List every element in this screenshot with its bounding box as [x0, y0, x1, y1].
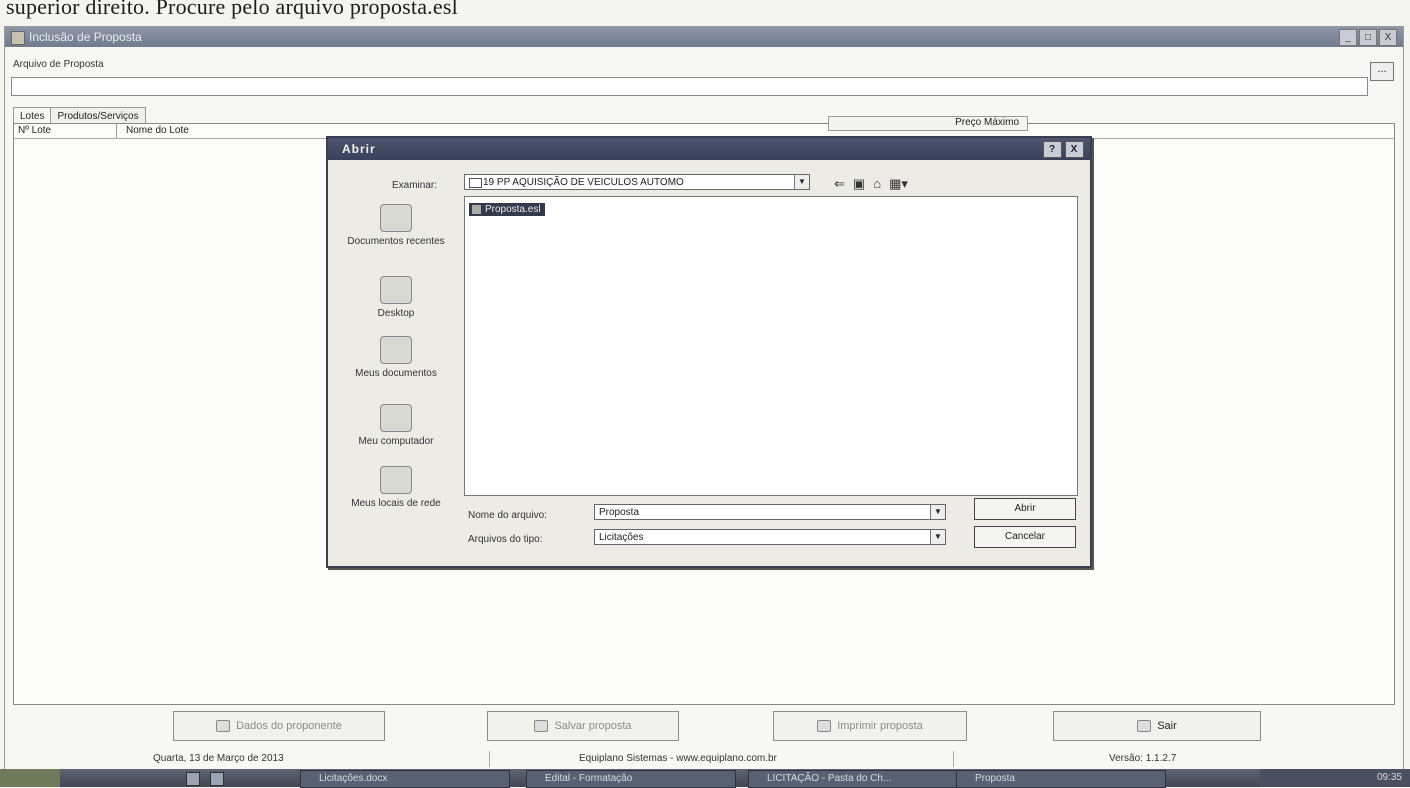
save-proposal-button[interactable]: Salvar proposta — [487, 711, 679, 741]
back-icon[interactable]: ⇐ — [834, 176, 845, 192]
window-title: Inclusão de Proposta — [29, 30, 142, 44]
chevron-down-icon[interactable]: ▼ — [794, 175, 809, 189]
status-bar: Quarta, 13 de Março de 2013 Equiplano Si… — [13, 751, 1393, 767]
maximize-icon[interactable]: □ — [1359, 29, 1377, 46]
filename-label: Nome do arquivo: — [468, 510, 547, 521]
app-icon — [11, 31, 25, 45]
help-icon[interactable]: ? — [1043, 141, 1062, 158]
taskbar: Licitações.docx Edital - Formatação LICI… — [0, 769, 1410, 788]
chevron-down-icon[interactable]: ▼ — [930, 530, 945, 544]
dialog-controls: ? X — [1043, 141, 1084, 158]
desktop-icon — [380, 276, 412, 304]
filename-input[interactable]: Proposta ▼ — [594, 504, 946, 520]
start-button[interactable] — [0, 769, 60, 787]
file-field-label: Arquivo de Proposta — [13, 59, 104, 70]
save-proposal-label: Salvar proposta — [554, 720, 632, 732]
clock: 09:35 — [1376, 772, 1402, 783]
quicklaunch-icon[interactable] — [186, 772, 200, 786]
lookin-value: 19 PP AQUISIÇÃO DE VEICULOS AUTOMO — [483, 177, 684, 188]
place-recent-label: Documentos recentes — [347, 236, 445, 247]
place-desktop-label: Desktop — [377, 308, 415, 319]
proponent-data-button[interactable]: Dados do proponente — [173, 711, 385, 741]
print-icon — [817, 720, 832, 732]
filetype-dropdown[interactable]: Licitações ▼ — [594, 529, 946, 545]
file-list[interactable]: Proposta.esl — [464, 196, 1078, 496]
filetype-value: Licitações — [599, 532, 644, 543]
file-icon — [472, 205, 481, 214]
lookin-label: Examinar: — [392, 180, 438, 191]
taskbar-item[interactable]: LICITAÇÃO - Pasta do Ch... — [748, 770, 958, 788]
print-proposal-label: Imprimir proposta — [837, 720, 923, 732]
place-recent[interactable]: Documentos recentes — [332, 204, 460, 247]
new-folder-icon[interactable]: ⌂ — [873, 176, 881, 192]
system-tray: 09:35 — [1260, 769, 1410, 787]
window-controls: _ □ X — [1339, 29, 1397, 46]
place-network-label: Meus locais de rede — [351, 498, 441, 509]
filetype-label: Arquivos do tipo: — [468, 534, 543, 545]
place-my-documents-label: Meus documentos — [355, 368, 437, 379]
taskbar-item[interactable]: Proposta — [956, 770, 1166, 788]
dialog-title: Abrir — [342, 142, 376, 156]
list-item[interactable]: Proposta.esl — [469, 203, 545, 216]
proponent-data-label: Dados do proponente — [236, 720, 342, 732]
dialog-close-icon[interactable]: X — [1065, 141, 1084, 158]
my-computer-icon — [380, 404, 412, 432]
taskbar-item[interactable]: Licitações.docx — [300, 770, 510, 788]
dialog-toolbar: ⇐ ▣ ⌂ ▦▾ — [834, 176, 908, 192]
exit-icon — [1137, 720, 1152, 732]
column-header-lote[interactable]: Nº Lote — [18, 125, 51, 136]
status-date: Quarta, 13 de Março de 2013 — [153, 753, 284, 764]
open-button[interactable]: Abrir — [974, 498, 1076, 520]
dialog-titlebar: Abrir ? X — [328, 138, 1090, 160]
folder-icon — [469, 178, 482, 188]
window-titlebar: Inclusão de Proposta _ □ X — [5, 27, 1403, 47]
taskbar-item[interactable]: Edital - Formatação — [526, 770, 736, 788]
exit-label: Sair — [1157, 720, 1177, 732]
place-my-computer[interactable]: Meu computador — [332, 404, 460, 447]
bottom-button-bar: Dados do proponente Salvar proposta Impr… — [13, 711, 1393, 745]
file-path-input[interactable] — [11, 77, 1368, 96]
place-desktop[interactable]: Desktop — [332, 276, 460, 319]
status-version: Versão: 1.1.2.7 — [1109, 753, 1177, 764]
minimize-icon[interactable]: _ — [1339, 29, 1357, 46]
file-name: Proposta.esl — [485, 204, 541, 215]
exit-button[interactable]: Sair — [1053, 711, 1261, 741]
column-header-nome[interactable]: Nome do Lote — [126, 125, 189, 136]
save-icon — [534, 720, 549, 732]
user-icon — [216, 720, 231, 732]
place-network[interactable]: Meus locais de rede — [332, 466, 460, 509]
lookin-dropdown[interactable]: 19 PP AQUISIÇÃO DE VEICULOS AUTOMO ▼ — [464, 174, 810, 190]
view-menu-icon[interactable]: ▦▾ — [889, 176, 908, 192]
my-documents-icon — [380, 336, 412, 364]
open-file-dialog: Abrir ? X Examinar: 19 PP AQUISIÇÃO DE V… — [326, 136, 1092, 568]
up-folder-icon[interactable]: ▣ — [853, 176, 865, 192]
print-proposal-button[interactable]: Imprimir proposta — [773, 711, 967, 741]
document-caption: superior direito. Procure pelo arquivo p… — [6, 0, 458, 19]
place-my-computer-label: Meu computador — [358, 436, 434, 447]
network-places-icon — [380, 466, 412, 494]
cancel-button[interactable]: Cancelar — [974, 526, 1076, 548]
recent-documents-icon — [380, 204, 412, 232]
column-header-preco-maximo[interactable]: Preço Máximo — [828, 116, 1028, 131]
chevron-down-icon[interactable]: ▼ — [930, 505, 945, 519]
close-icon[interactable]: X — [1379, 29, 1397, 46]
place-my-documents[interactable]: Meus documentos — [332, 336, 460, 379]
places-bar: Documentos recentes Desktop Meus documen… — [332, 198, 460, 548]
quicklaunch-icon[interactable] — [210, 772, 224, 786]
status-company: Equiplano Sistemas - www.equiplano.com.b… — [579, 753, 777, 764]
browse-button[interactable]: ... — [1370, 62, 1394, 81]
filename-value: Proposta — [599, 507, 640, 518]
